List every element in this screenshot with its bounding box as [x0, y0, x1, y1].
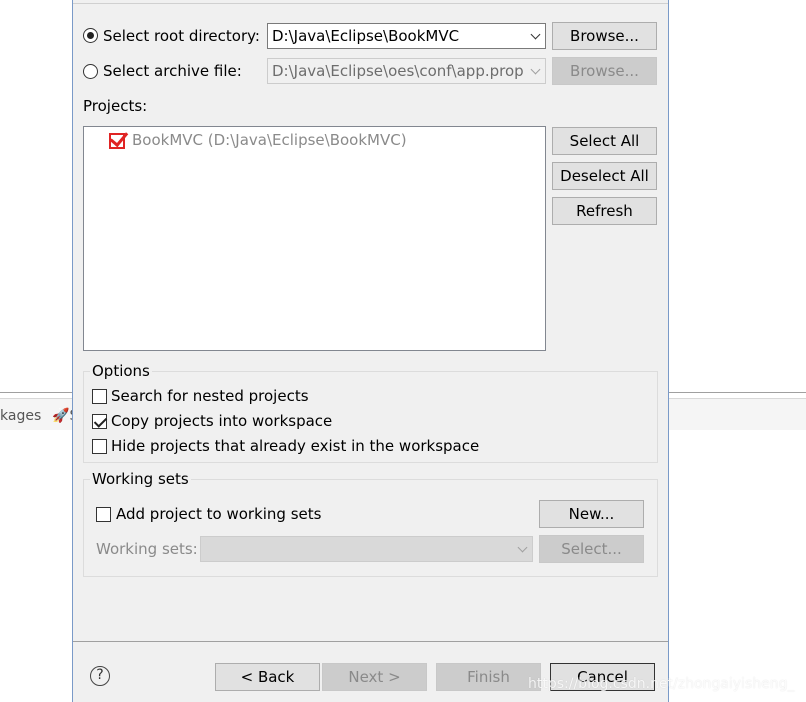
project-item-label[interactable]: BookMVC (D:\Java\Eclipse\BookMVC)	[132, 131, 407, 149]
working-sets-combo[interactable]	[200, 536, 533, 562]
working-sets-title: Working sets	[90, 470, 191, 488]
select-all-button[interactable]: Select All	[552, 127, 657, 155]
working-sets-label: Working sets:	[96, 540, 198, 558]
root-directory-combo[interactable]: D:\Java\Eclipse\BookMVC	[267, 23, 546, 49]
chevron-down-icon	[530, 29, 541, 40]
finish-button[interactable]: Finish	[436, 663, 541, 691]
new-working-set-button[interactable]: New...	[539, 500, 644, 528]
add-to-working-sets-label: Add project to working sets	[116, 505, 322, 523]
chevron-down-icon	[517, 542, 528, 553]
copy-projects-checkbox[interactable]	[92, 414, 107, 429]
dialog-title-edge	[73, 0, 668, 4]
archive-file-combo[interactable]: D:\Java\Eclipse\oes\conf\app.prop	[267, 58, 546, 84]
add-to-working-sets-checkbox[interactable]	[96, 507, 111, 522]
deselect-all-button[interactable]: Deselect All	[552, 162, 657, 190]
import-projects-dialog	[72, 0, 669, 702]
root-directory-label: Select root directory:	[103, 27, 260, 45]
back-button[interactable]: < Back	[215, 663, 320, 691]
footer-separator	[73, 641, 668, 642]
refresh-button[interactable]: Refresh	[552, 197, 657, 225]
select-working-sets-button[interactable]: Select...	[539, 535, 644, 563]
projects-label: Projects:	[83, 97, 148, 115]
background-packages-tab-label: kages	[0, 408, 42, 424]
options-title: Options	[90, 362, 152, 380]
nested-projects-label: Search for nested projects	[111, 387, 309, 405]
watermark-text: https://blog.csdn.net/zhongaiyisheng_	[528, 676, 795, 692]
root-directory-value: D:\Java\Eclipse\BookMVC	[272, 27, 460, 45]
chevron-down-icon	[530, 64, 541, 75]
archive-file-radio[interactable]	[83, 64, 98, 79]
project-checkbox[interactable]	[109, 133, 125, 149]
copy-projects-label: Copy projects into workspace	[111, 412, 333, 430]
archive-file-value: D:\Java\Eclipse\oes\conf\app.prop	[272, 62, 524, 80]
hide-existing-checkbox[interactable]	[92, 439, 107, 454]
archive-file-label: Select archive file:	[103, 62, 242, 80]
browse-root-button[interactable]: Browse...	[552, 22, 657, 50]
hide-existing-label: Hide projects that already exist in the …	[111, 437, 480, 455]
next-button[interactable]: Next >	[322, 663, 427, 691]
nested-projects-checkbox[interactable]	[92, 389, 107, 404]
browse-archive-button[interactable]: Browse...	[552, 57, 657, 85]
root-directory-radio[interactable]	[83, 28, 98, 43]
help-icon[interactable]: ?	[90, 666, 110, 686]
projects-list[interactable]	[83, 126, 546, 351]
rocket-icon: 🚀	[52, 408, 70, 424]
